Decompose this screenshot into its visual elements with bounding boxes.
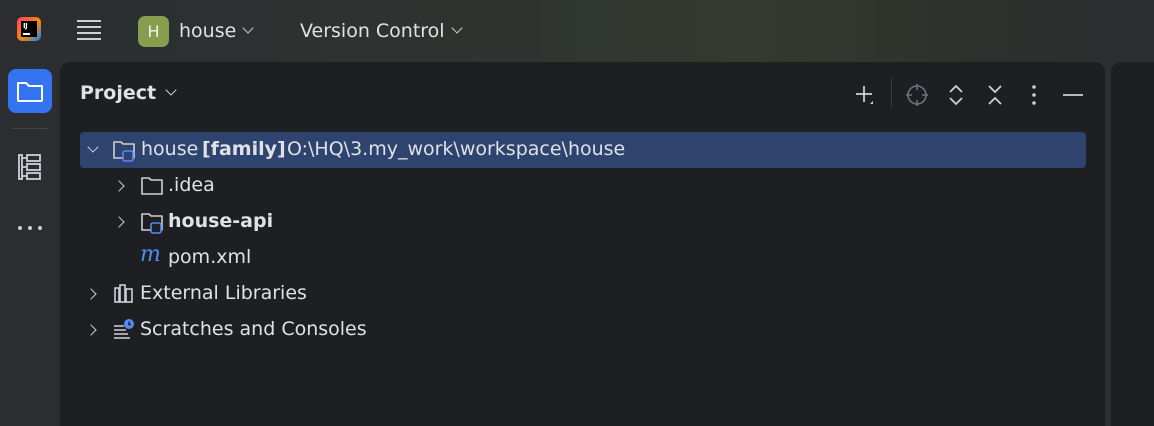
- chevron-down-icon: [165, 84, 177, 96]
- root-name: house: [141, 138, 199, 160]
- module-tag: [family]: [202, 138, 286, 160]
- tree-item-label: house-api: [168, 210, 274, 232]
- folder-icon: [17, 82, 43, 102]
- project-name: house: [179, 20, 237, 42]
- expand-all-icon: [949, 84, 963, 106]
- main-menu-button[interactable]: [74, 17, 104, 43]
- intellij-logo-icon: IJ: [17, 17, 41, 41]
- structure-tool-button[interactable]: [8, 146, 52, 190]
- tool-window-strip: [0, 62, 60, 426]
- tree-item-idea[interactable]: .idea: [80, 168, 1086, 204]
- locate-icon: [906, 84, 928, 106]
- tree-item-scratches[interactable]: Scratches and Consoles: [80, 312, 1086, 348]
- tree-item-label: pom.xml: [168, 246, 252, 268]
- module-folder-icon: [113, 141, 135, 162]
- project-tool-button[interactable]: [8, 69, 52, 113]
- options-button[interactable]: [1020, 82, 1048, 110]
- folder-icon: [141, 177, 163, 195]
- project-view-selector[interactable]: Project: [80, 82, 177, 104]
- chevron-right-icon[interactable]: [85, 288, 97, 300]
- structure-icon: [18, 154, 41, 180]
- root-path: O:\HQ\3.my_work\workspace\house: [287, 138, 626, 160]
- tree-item-label: Scratches and Consoles: [140, 318, 367, 340]
- chevron-down-icon: [242, 22, 254, 34]
- panel-title: Project: [80, 82, 157, 104]
- more-dots-icon: [18, 226, 42, 230]
- chevron-right-icon[interactable]: [113, 180, 125, 192]
- project-badge: H: [138, 15, 169, 47]
- hide-panel-button[interactable]: [1059, 82, 1087, 110]
- collapse-all-button[interactable]: [981, 82, 1009, 110]
- collapse-all-icon: [988, 85, 1002, 105]
- chevron-right-icon[interactable]: [85, 324, 97, 336]
- toolbar-divider: [891, 78, 892, 108]
- new-file-button[interactable]: [852, 82, 880, 110]
- minimize-icon: [1063, 94, 1083, 96]
- editor-area: [1111, 62, 1154, 426]
- tree-item-house-api[interactable]: house-api: [80, 204, 1086, 240]
- title-bar: IJ H house Version Control: [0, 0, 1154, 62]
- add-icon: [856, 86, 873, 104]
- project-tool-window: Project house [family] O:\HQ\3.my_work\w…: [60, 62, 1105, 426]
- library-icon: [114, 284, 133, 303]
- strip-divider: [12, 128, 48, 129]
- chevron-right-icon[interactable]: [113, 216, 125, 228]
- ide-window: IJ H house Version Control Project house…: [0, 0, 1154, 426]
- tree-item-pom[interactable]: m pom.xml: [80, 240, 1086, 276]
- tree-item-label: External Libraries: [140, 282, 307, 304]
- tree-item-label: .idea: [168, 174, 215, 196]
- chevron-down-icon[interactable]: [87, 141, 99, 153]
- select-opened-file-button[interactable]: [903, 82, 931, 110]
- maven-icon: m: [140, 242, 161, 267]
- version-control-label: Version Control: [300, 20, 445, 42]
- version-control-menu[interactable]: Version Control: [300, 15, 463, 47]
- scratches-icon: [114, 319, 134, 339]
- project-switcher[interactable]: H house: [138, 15, 254, 47]
- chevron-down-icon: [450, 22, 463, 34]
- kebab-menu-icon: [1032, 85, 1036, 105]
- module-folder-icon: [141, 213, 163, 234]
- more-tools-button[interactable]: [8, 205, 52, 249]
- expand-all-button[interactable]: [942, 82, 970, 110]
- tree-item-external-libraries[interactable]: External Libraries: [80, 276, 1086, 312]
- tree-item-root[interactable]: house [family] O:\HQ\3.my_work\workspace…: [80, 132, 1086, 168]
